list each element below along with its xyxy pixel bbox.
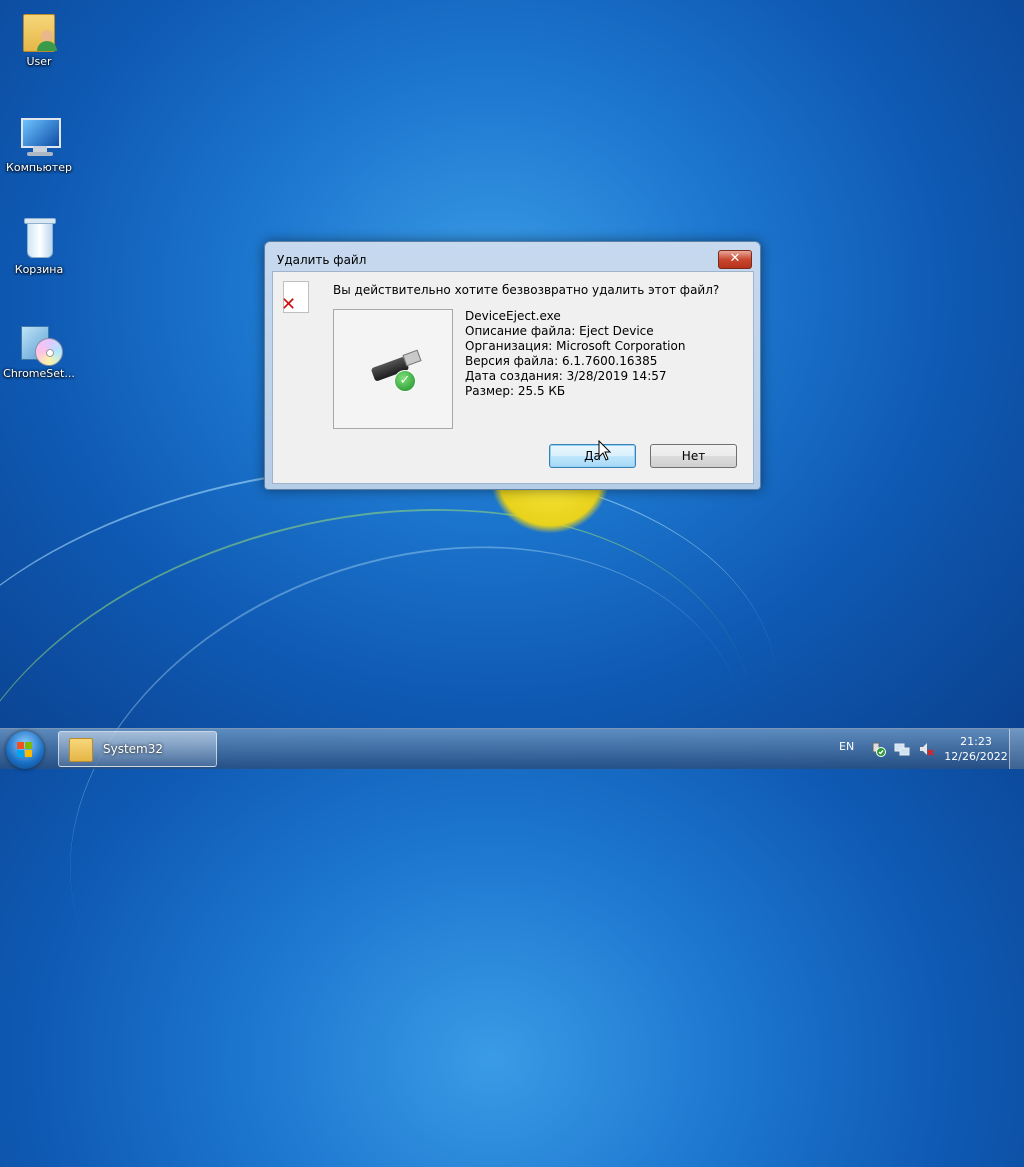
recycle-bin-icon (17, 216, 61, 260)
taskbar: System32 EN 21:23 12/26/2022 (0, 728, 1024, 769)
file-description: Описание файла: Eject Device (465, 324, 654, 338)
file-size: Размер: 25.5 КБ (465, 384, 566, 398)
user-folder-icon (17, 8, 61, 52)
delete-file-icon: ✕ (281, 281, 309, 315)
desktop-icon-chrome-setup[interactable]: ChromeSet... (0, 320, 78, 380)
taskbar-window-system32[interactable]: System32 (58, 731, 217, 767)
desktop-icon-label: ChromeSet... (3, 367, 75, 380)
desktop-icon-user[interactable]: User (0, 8, 78, 68)
no-button[interactable]: Нет (650, 444, 737, 468)
file-preview: ✓ (333, 309, 453, 429)
file-created: Дата создания: 3/28/2019 14:57 (465, 369, 667, 383)
file-info: DeviceEject.exe Описание файла: Eject De… (465, 309, 685, 399)
file-version: Версия файла: 6.1.7600.16385 (465, 354, 658, 368)
yes-button[interactable]: Да (549, 444, 636, 468)
confirm-question: Вы действительно хотите безвозвратно уда… (333, 283, 720, 297)
safely-remove-hardware-icon[interactable] (870, 741, 886, 757)
setup-installer-icon (17, 320, 63, 366)
start-button[interactable] (6, 731, 44, 769)
language-indicator[interactable]: EN (839, 740, 854, 753)
desktop-icon-label: User (26, 55, 52, 68)
network-icon[interactable] (894, 741, 910, 757)
dialog-body: ✕ Вы действительно хотите безвозвратно у… (272, 271, 754, 484)
dialog-title: Удалить файл (277, 253, 367, 267)
computer-icon (17, 114, 61, 158)
folder-icon (69, 738, 93, 762)
desktop-icon-recycle-bin[interactable]: Корзина (0, 216, 78, 276)
close-button[interactable]: ✕ (718, 250, 752, 269)
clock-time: 21:23 (960, 735, 992, 748)
show-desktop-button[interactable] (1009, 729, 1024, 769)
file-name: DeviceEject.exe (465, 309, 561, 323)
clock[interactable]: 21:23 12/26/2022 (944, 734, 1008, 764)
desktop-icon-label: Компьютер (6, 161, 72, 174)
file-organization: Организация: Microsoft Corporation (465, 339, 686, 353)
delete-file-dialog: Удалить файл ✕ ✕ Вы действительно хотите… (264, 241, 761, 490)
windows-logo-icon (17, 742, 33, 758)
volume-muted-icon[interactable] (918, 741, 934, 757)
desktop-icon-label: Корзина (14, 263, 64, 276)
taskbar-window-label: System32 (103, 742, 164, 756)
mouse-cursor-icon (598, 440, 612, 461)
desktop-icon-computer[interactable]: Компьютер (0, 114, 78, 174)
clock-date: 12/26/2022 (944, 750, 1008, 763)
check-icon: ✓ (394, 370, 416, 392)
